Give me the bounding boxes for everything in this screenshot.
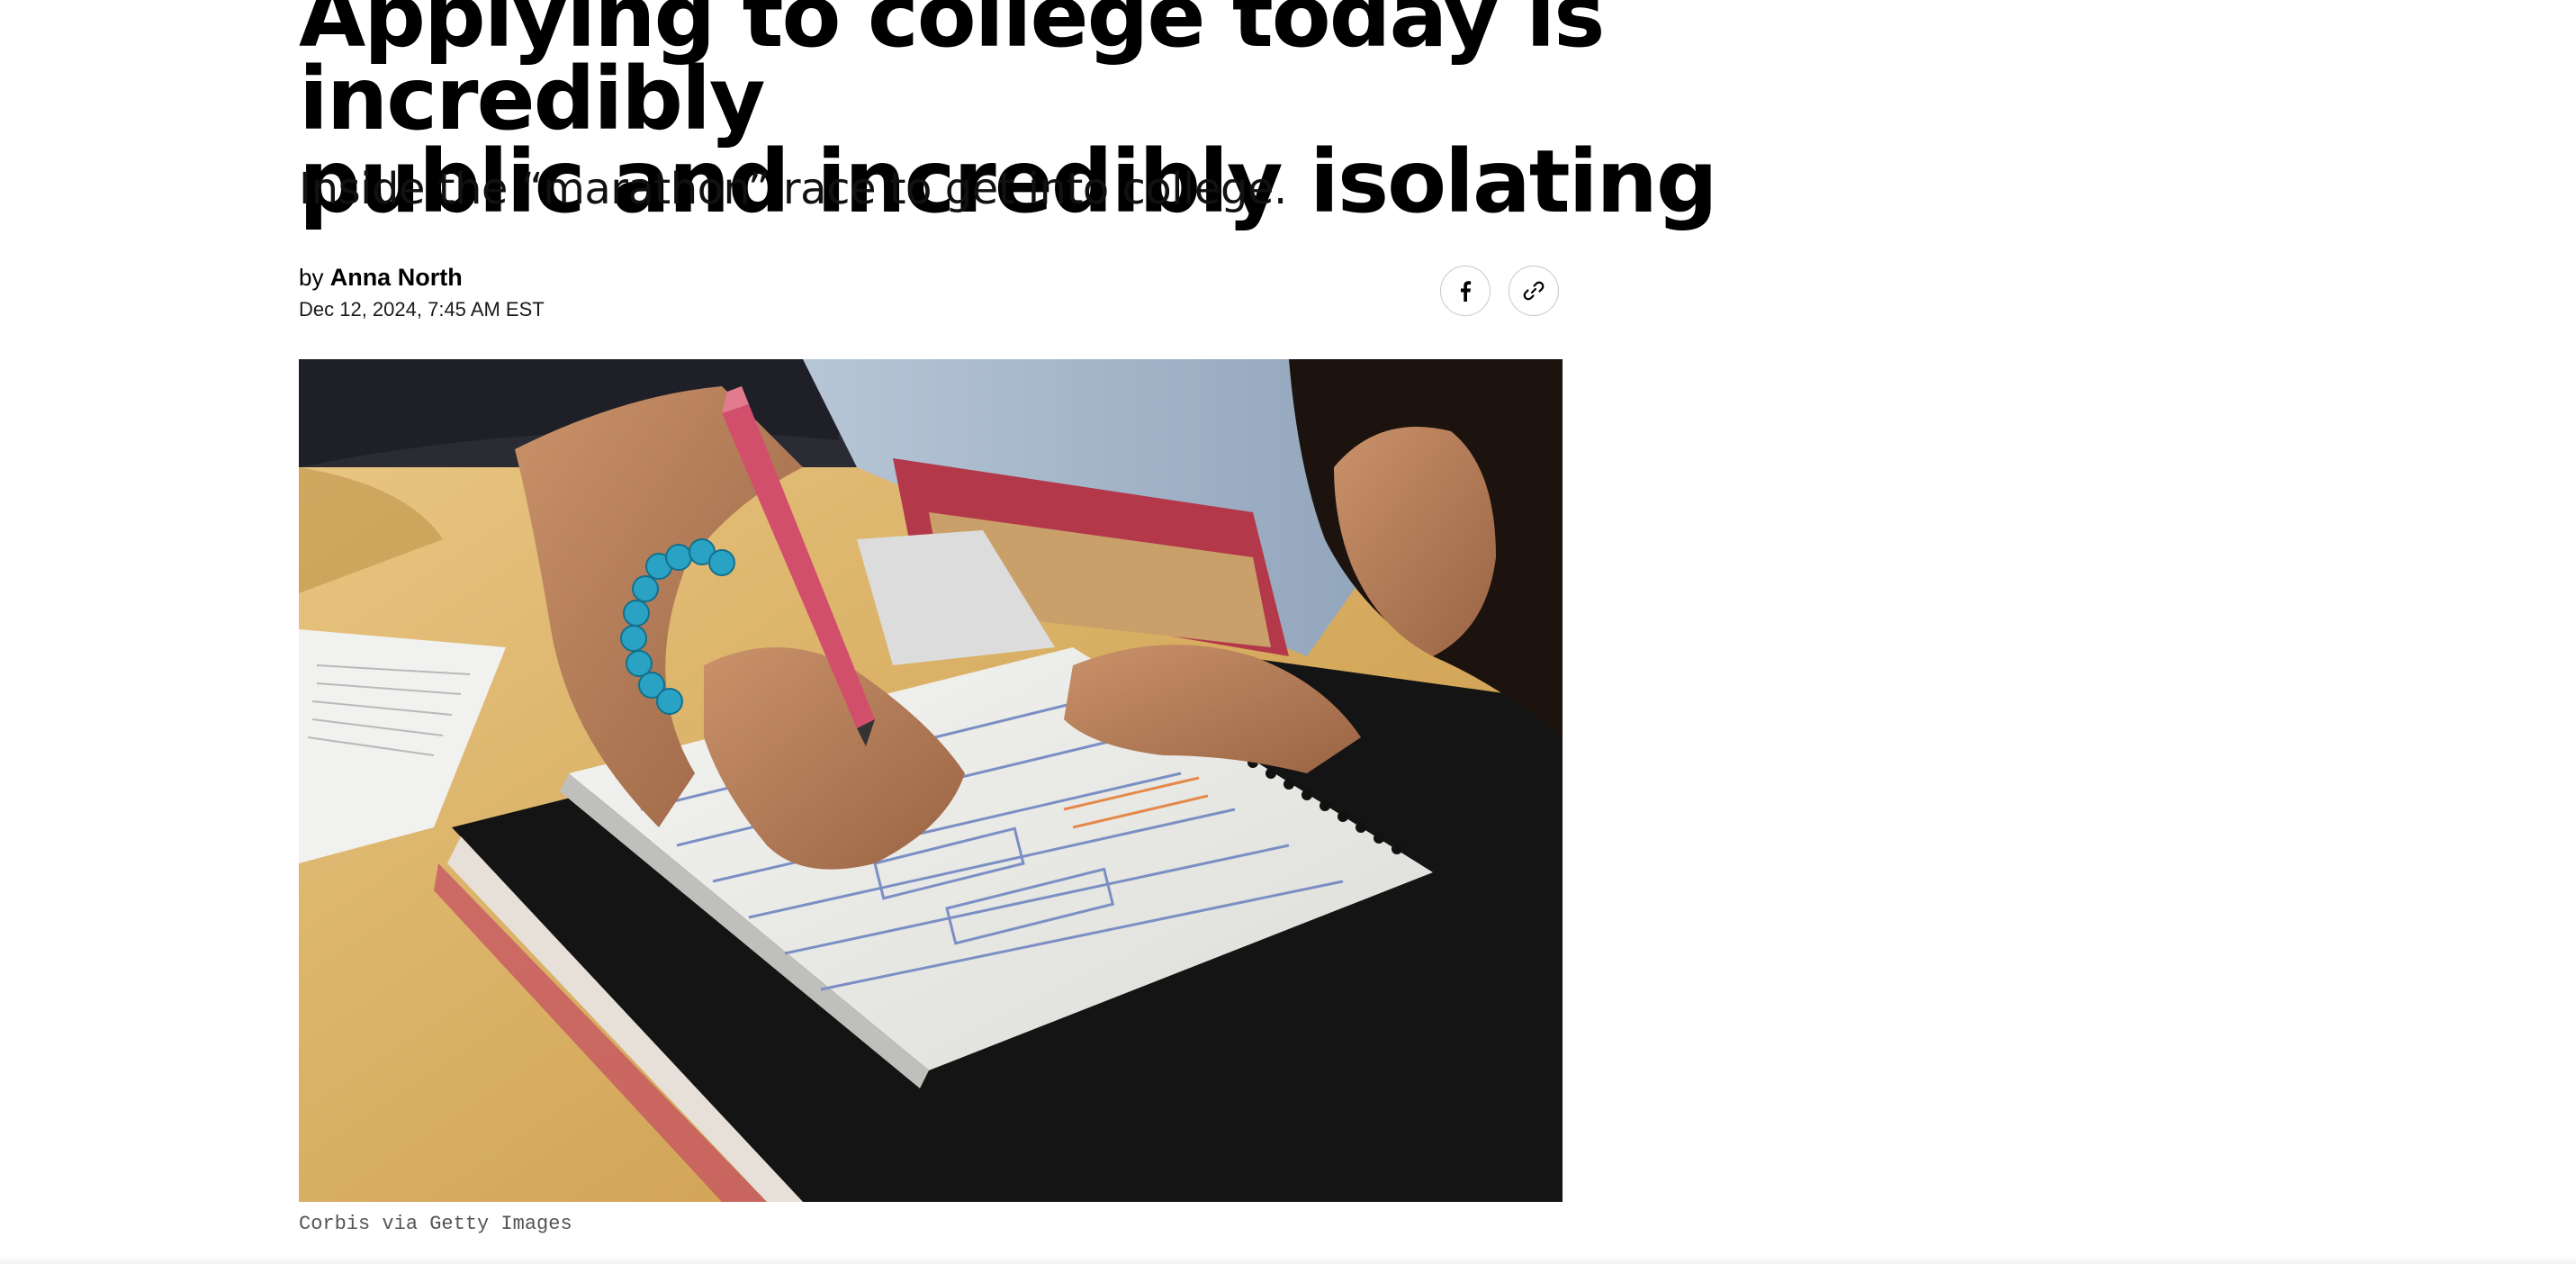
byline: by Anna North — [299, 263, 463, 292]
link-icon — [1522, 279, 1545, 302]
image-caption: Corbis via Getty Images — [299, 1213, 572, 1235]
copy-link-button[interactable] — [1509, 266, 1559, 316]
author-link[interactable]: Anna North — [330, 264, 463, 291]
timestamp: Dec 12, 2024, 7:45 AM EST — [299, 298, 545, 321]
byline-prefix: by — [299, 264, 324, 291]
facebook-share-button[interactable] — [1440, 266, 1491, 316]
dek-subtitle: Inside the “marathon” race to get into c… — [299, 164, 1287, 214]
page-bottom-divider — [0, 1257, 2576, 1264]
facebook-icon — [1459, 280, 1472, 302]
hero-image — [299, 359, 1563, 1202]
